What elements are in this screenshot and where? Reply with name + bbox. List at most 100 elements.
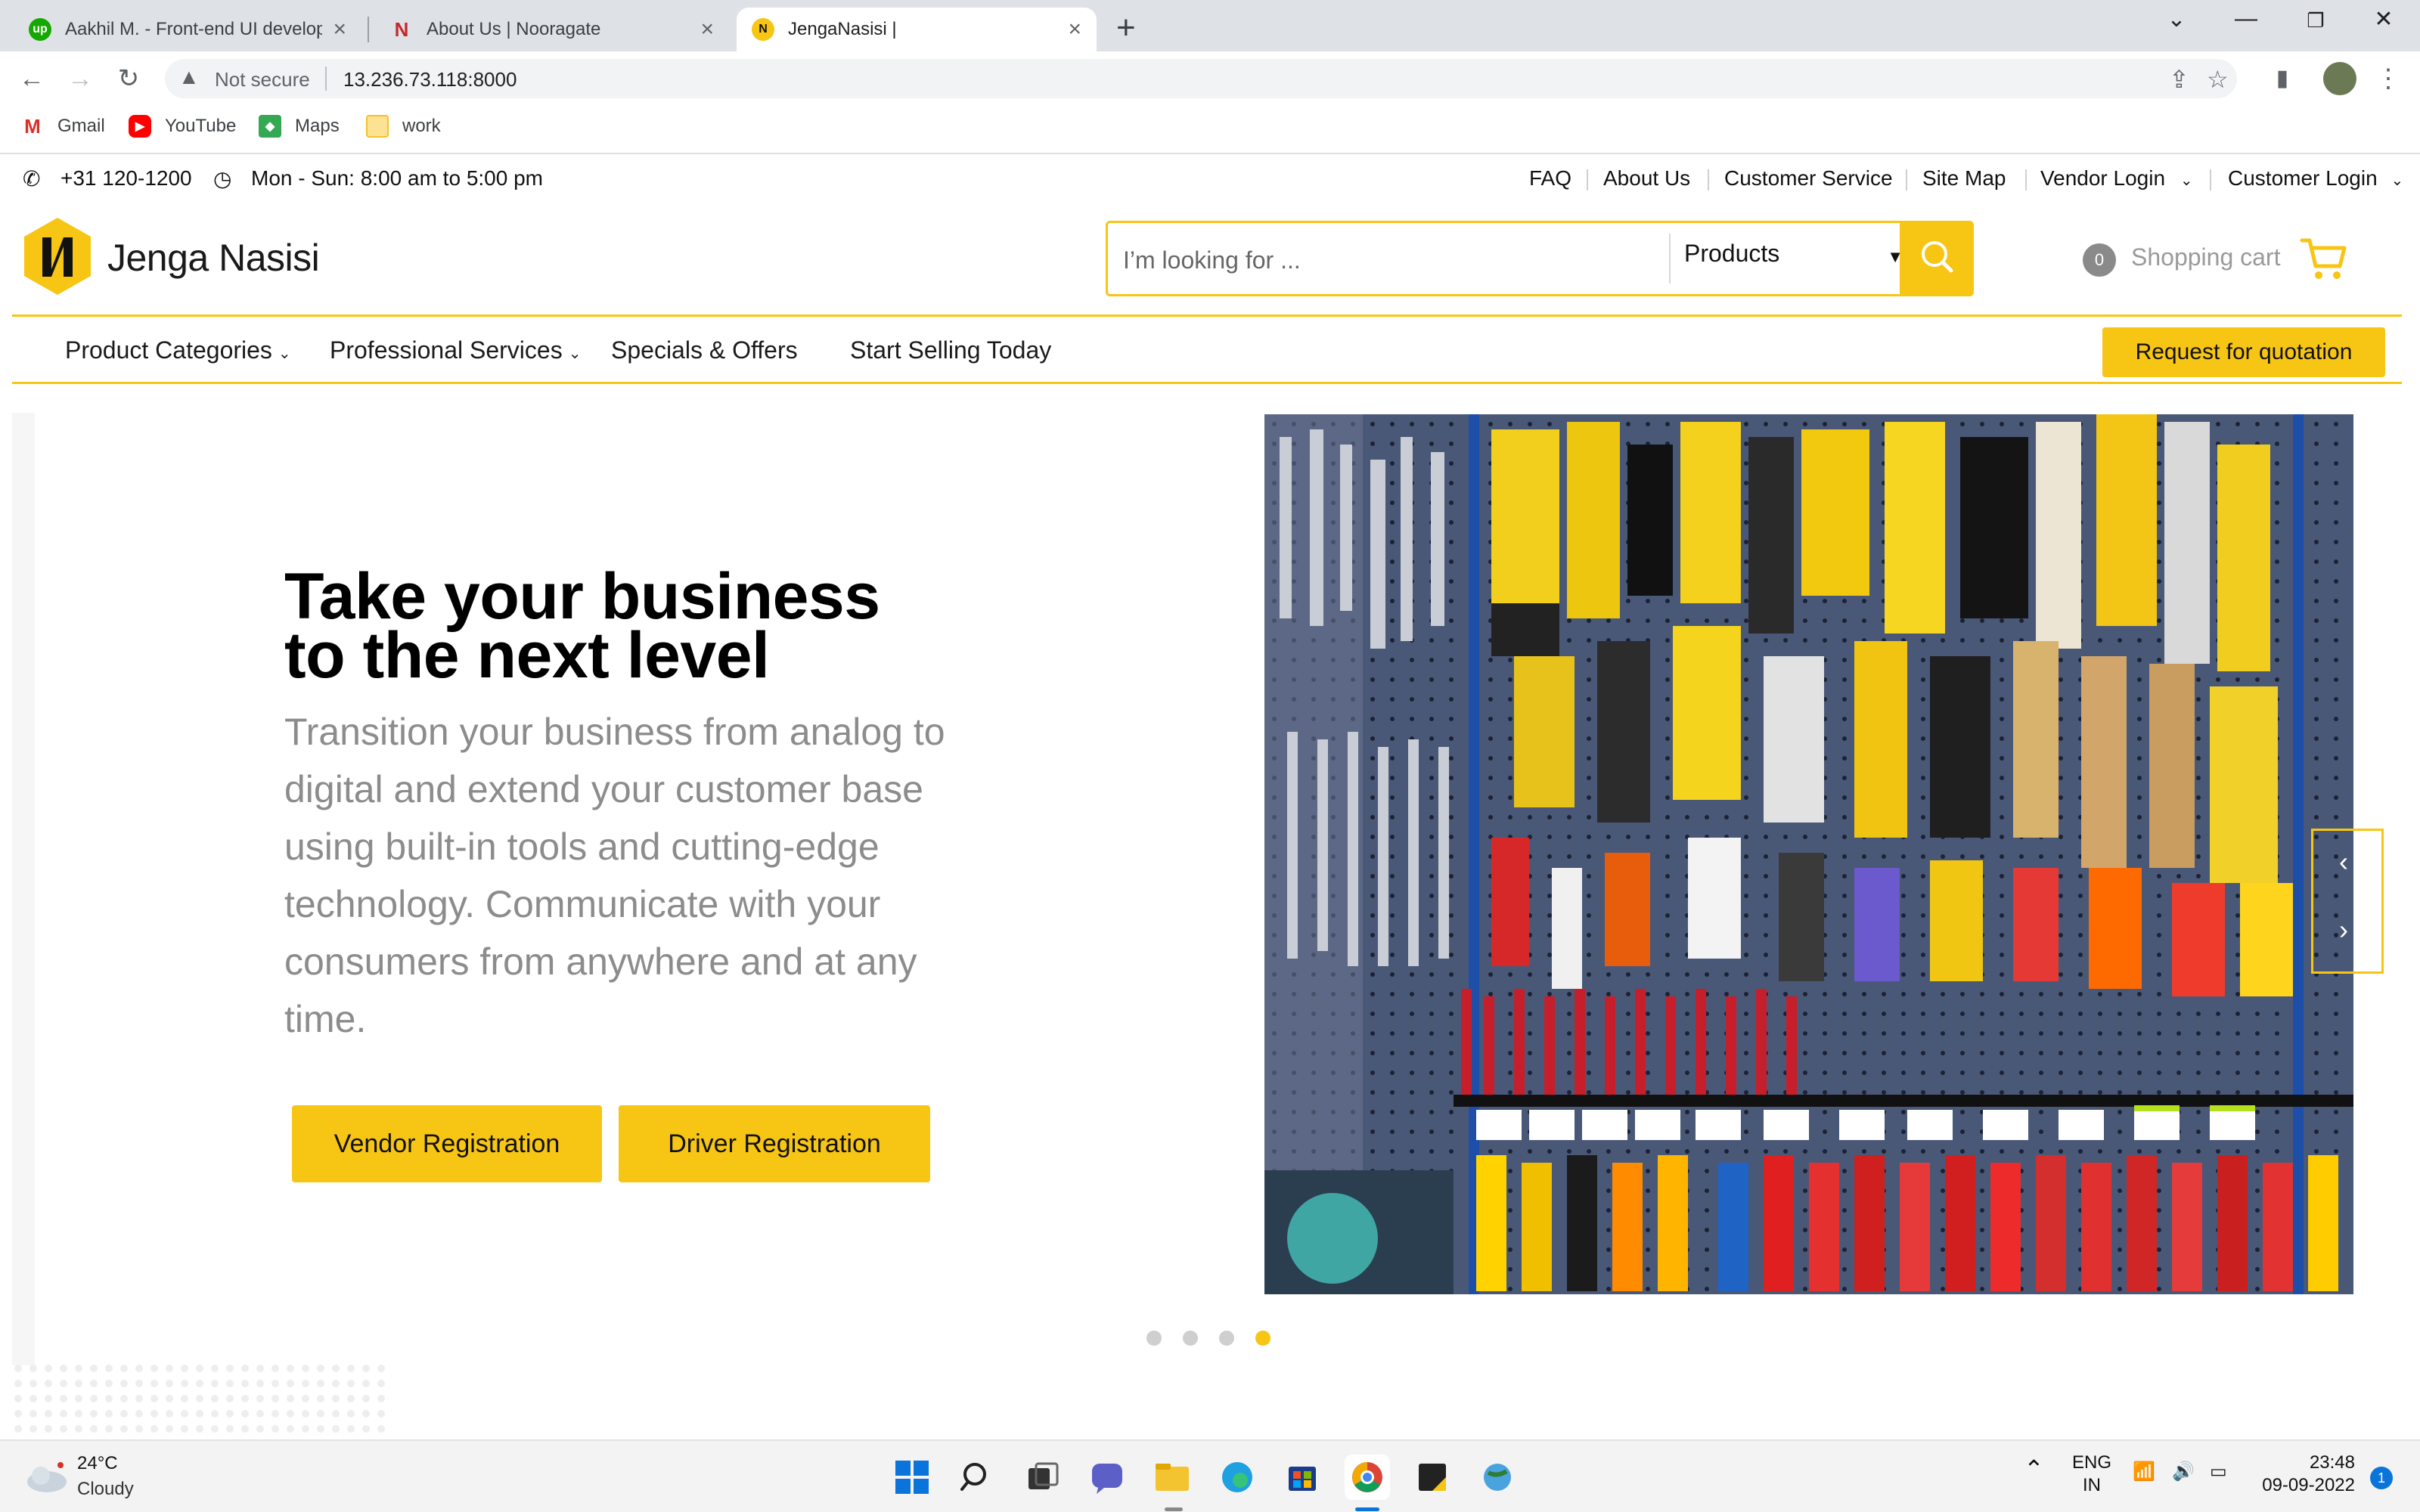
phone-number[interactable]: +31 120-1200 (60, 166, 192, 191)
notification-badge[interactable]: 1 (2370, 1467, 2393, 1489)
tab-search-icon[interactable]: ⌄ (2154, 6, 2199, 33)
logo-text[interactable]: Jenga Nasisi (107, 236, 320, 280)
clock-time: 23:48 (2309, 1452, 2355, 1473)
chevron-down-icon: ⌄ (2180, 172, 2193, 189)
topbar-link-site-map[interactable]: Site Map (1922, 166, 2006, 191)
shopping-cart-icon[interactable] (2299, 234, 2347, 283)
youtube-icon: ▶ (129, 115, 151, 138)
slider-controls: ‹ › (2311, 829, 2384, 974)
minimize-icon[interactable]: — (2223, 6, 2269, 32)
bookmark-label: Maps (295, 116, 340, 136)
search-icon (1922, 241, 1953, 273)
search-input[interactable] (1123, 241, 1652, 279)
reload-icon[interactable]: ↻ (112, 62, 145, 95)
nav-label: Product Categories (65, 336, 272, 364)
volume-icon[interactable]: 🔊 (2172, 1461, 2195, 1483)
search-button[interactable] (1900, 221, 1974, 296)
tab-jenganasisi[interactable]: N JengaNasisi | × (737, 8, 1097, 51)
file-explorer-icon[interactable] (1150, 1455, 1195, 1500)
topbar-link-about-us[interactable]: About Us (1603, 166, 1690, 191)
tab-divider (368, 17, 369, 42)
logo-icon[interactable] (21, 216, 94, 296)
close-icon[interactable]: × (700, 17, 714, 42)
cloudy-weather-icon[interactable] (24, 1461, 70, 1494)
bookmark-star-icon[interactable]: ☆ (2207, 65, 2229, 94)
jenganasisi-icon: N (752, 18, 774, 41)
site-header: Jenga Nasisi Products ▼ 0 Shopping cart (0, 203, 2420, 316)
task-view-icon[interactable] (1019, 1455, 1065, 1500)
hero-heading-line: to the next level (284, 619, 770, 692)
sticky-notes-icon[interactable] (1410, 1455, 1455, 1500)
search-divider (1669, 234, 1671, 284)
nav-specials-offers[interactable]: Specials & Offers (611, 336, 798, 364)
url-text[interactable]: 13.236.73.118:8000 (343, 68, 517, 91)
windows-taskbar: 24°C Cloudy ⌃ ENG IN 📶 🔊 ▭ 23:48 09-09-2… (0, 1439, 2420, 1512)
hero-description: Transition your business from analog to … (284, 711, 945, 1040)
weather-temperature[interactable]: 24°C (77, 1453, 118, 1474)
edge-icon[interactable] (1215, 1455, 1260, 1500)
back-icon[interactable]: ← (15, 62, 48, 95)
slide-dot-1[interactable] (1146, 1331, 1162, 1346)
app-globe-icon[interactable] (1475, 1455, 1520, 1500)
opening-hours: Mon - Sun: 8:00 am to 5:00 pm (251, 166, 543, 190)
bookmark-youtube[interactable]: ▶ YouTube (129, 115, 236, 138)
slide-dot-2[interactable] (1183, 1331, 1198, 1346)
vendor-login-dropdown[interactable]: Vendor Login ⌄ (2040, 166, 2193, 191)
driver-registration-button[interactable]: Driver Registration (619, 1105, 930, 1182)
clock[interactable]: 23:48 09-09-2022 (2249, 1452, 2355, 1497)
slide-prev-icon[interactable]: ‹ (2339, 846, 2348, 878)
side-panel-icon[interactable]: ▮ (2266, 62, 2299, 95)
close-icon[interactable]: × (1068, 17, 1081, 42)
taskbar-search-icon[interactable] (954, 1455, 1000, 1500)
tab-upwork[interactable]: up Aakhil M. - Front-end UI develop × (14, 8, 361, 51)
request-quotation-button[interactable]: Request for quotation (2102, 327, 2385, 377)
windows-start-icon[interactable] (889, 1455, 935, 1500)
store-icon[interactable] (1280, 1455, 1325, 1500)
slide-dot-4[interactable] (1255, 1331, 1270, 1346)
close-icon[interactable]: × (333, 17, 346, 42)
topbar-link-faq[interactable]: FAQ (1529, 166, 1571, 191)
bookmark-work[interactable]: work (366, 115, 441, 138)
address-bar[interactable]: ▲ Not secure 13.236.73.118:8000 ⇪ ☆ (165, 59, 2237, 98)
main-navigation: Product Categories ⌄ Professional Service… (12, 314, 2402, 384)
topbar-divider (1587, 169, 1588, 191)
tab-nooragate[interactable]: N About Us | Nooragate × (375, 8, 729, 51)
avatar[interactable] (2323, 62, 2356, 95)
restore-icon[interactable]: ❐ (2293, 9, 2338, 33)
search-bar: Products ▼ (1106, 221, 1974, 296)
hero-image-tools (1264, 414, 2353, 1294)
chevron-down-icon: ⌄ (568, 345, 582, 362)
menu-dots-icon[interactable]: ⋮ (2372, 62, 2405, 95)
nav-professional-services[interactable]: Professional Services ⌄ (330, 336, 581, 364)
nav-product-categories[interactable]: Product Categories ⌄ (65, 336, 291, 364)
wifi-icon[interactable]: 📶 (2133, 1461, 2155, 1483)
language-indicator[interactable]: ENG IN (2072, 1452, 2111, 1497)
hero-heading-line: Take your business (284, 560, 880, 633)
chat-icon[interactable] (1084, 1455, 1130, 1500)
share-icon[interactable]: ⇪ (2169, 65, 2189, 94)
customer-login-label: Customer Login (2228, 166, 2378, 190)
site-top-bar: ✆ +31 120-1200 ◷ Mon - Sun: 8:00 am to 5… (0, 156, 2420, 203)
phone-icon: ✆ (23, 167, 41, 191)
chrome-icon[interactable] (1345, 1455, 1390, 1500)
running-indicator (1165, 1507, 1183, 1511)
customer-login-dropdown[interactable]: Customer Login ⌄ (2228, 166, 2403, 191)
window-close-icon[interactable]: ✕ (2361, 6, 2406, 33)
search-category-select[interactable]: Products ▼ (1684, 240, 1908, 279)
vendor-registration-button[interactable]: Vendor Registration (292, 1105, 602, 1182)
show-hidden-icons-chevron[interactable]: ⌃ (2024, 1457, 2044, 1481)
slide-dot-3[interactable] (1219, 1331, 1234, 1346)
bookmark-gmail[interactable]: M Gmail (21, 115, 105, 138)
security-label[interactable]: Not secure (215, 68, 310, 91)
nav-start-selling[interactable]: Start Selling Today (850, 336, 1051, 364)
slide-next-icon[interactable]: › (2339, 914, 2348, 946)
folder-icon (366, 115, 389, 138)
new-tab-button[interactable]: + (1116, 9, 1136, 47)
bookmark-maps[interactable]: ◆ Maps (259, 115, 340, 138)
chevron-down-icon: ⌄ (2391, 172, 2404, 189)
forward-icon[interactable]: → (64, 62, 97, 95)
weather-description[interactable]: Cloudy (77, 1479, 134, 1500)
cart-label[interactable]: Shopping cart (2131, 243, 2280, 271)
topbar-link-customer-service[interactable]: Customer Service (1724, 166, 1893, 191)
battery-icon[interactable]: ▭ (2210, 1461, 2227, 1483)
